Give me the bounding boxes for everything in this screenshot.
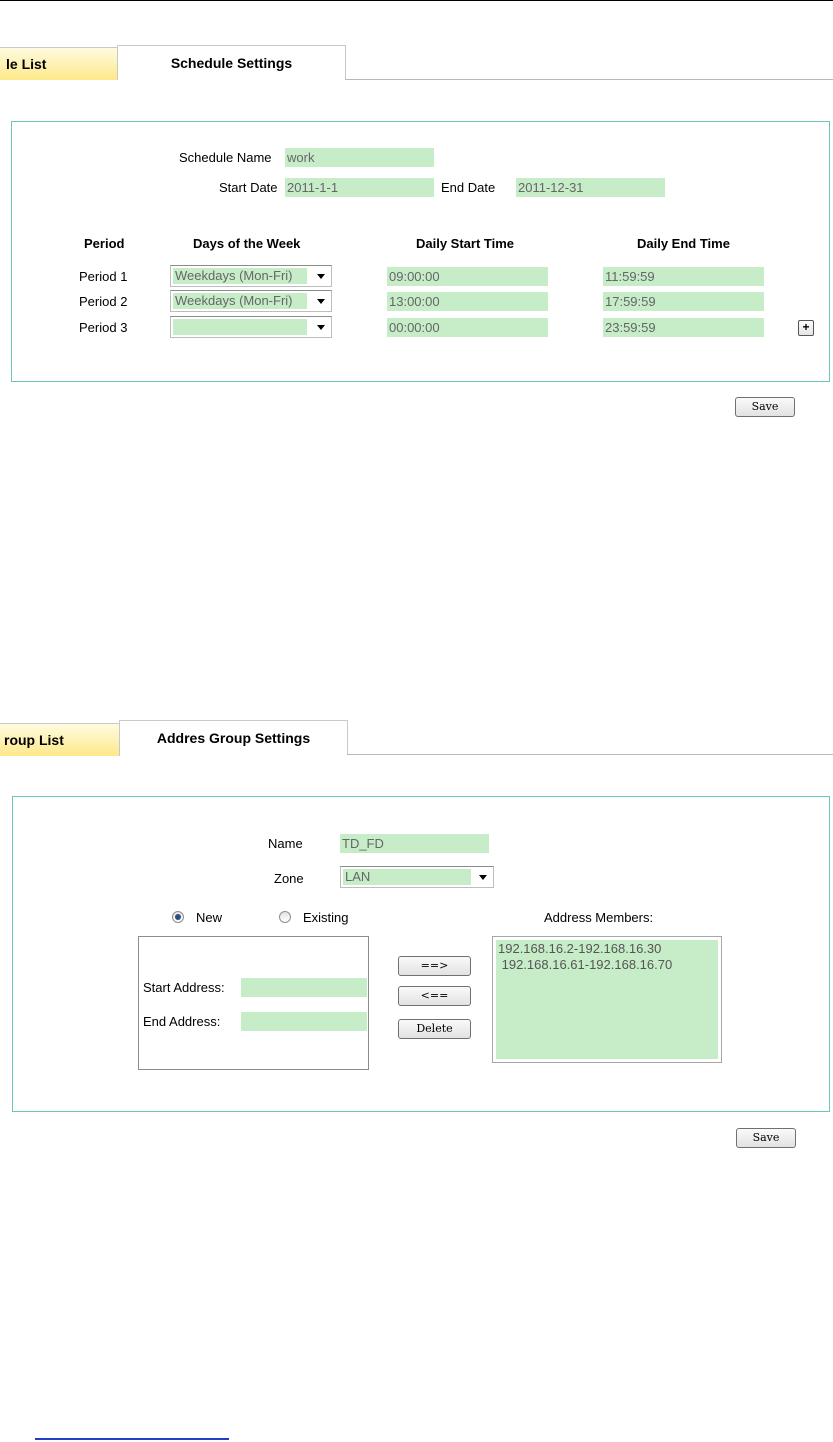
tab-group-list[interactable]: roup List <box>0 723 120 756</box>
start-address-label: Start Address: <box>143 980 225 995</box>
end-address-input[interactable] <box>241 1012 367 1031</box>
daily-end-input[interactable]: 11:59:59 <box>603 267 764 286</box>
group-name-input[interactable]: TD_FD <box>340 834 489 853</box>
end-time-header: Daily End Time <box>637 236 730 251</box>
daily-end-input[interactable]: 17:59:59 <box>603 292 764 311</box>
period-header: Period <box>84 236 125 251</box>
start-date-label: Start Date <box>219 180 278 195</box>
start-date-input[interactable]: 2011-1-1 <box>285 178 434 197</box>
days-select-value <box>173 319 307 335</box>
chevron-down-icon <box>317 325 325 330</box>
existing-radio-label: Existing <box>303 910 349 925</box>
add-member-button[interactable]: ==> <box>398 956 471 976</box>
start-address-input[interactable] <box>241 978 367 997</box>
zone-label: Zone <box>274 871 304 886</box>
zone-select-value: LAN <box>343 869 471 885</box>
start-time-header: Daily Start Time <box>416 236 515 251</box>
address-entry-box <box>138 936 369 1070</box>
end-date-label: End Date <box>441 180 496 195</box>
end-date-input[interactable]: 2011-12-31 <box>516 178 665 197</box>
new-radio-label: New <box>196 910 223 925</box>
add-period-button[interactable]: + <box>798 320 814 336</box>
list-item[interactable]: 192.168.16.2-192.168.16.30 <box>498 941 716 957</box>
daily-start-input[interactable]: 00:00:00 <box>387 318 548 337</box>
daily-start-input[interactable]: 13:00:00 <box>387 292 548 311</box>
group-name-label: Name <box>268 836 303 851</box>
daily-start-input[interactable]: 09:00:00 <box>387 267 548 286</box>
tab-schedule-list[interactable]: le List <box>0 47 118 80</box>
days-select[interactable]: Weekdays (Mon-Fri) <box>170 290 332 312</box>
address-members-list[interactable]: 192.168.16.2-192.168.16.30 192.168.16.61… <box>492 936 722 1063</box>
chevron-down-icon <box>317 299 325 304</box>
page-top-rule <box>0 0 833 1</box>
existing-radio[interactable] <box>279 911 291 923</box>
tab-schedule-settings-label: Schedule Settings <box>170 55 293 71</box>
tab-schedule-settings[interactable]: Schedule Settings <box>117 45 346 80</box>
address-members-label: Address Members: <box>544 910 654 925</box>
group-save-button[interactable]: Save <box>736 1128 796 1148</box>
tab-group-settings[interactable]: Addres Group Settings <box>119 720 348 755</box>
tab-bar-rule <box>345 79 833 80</box>
period-label: Period 1 <box>79 269 128 284</box>
days-select-value: Weekdays (Mon-Fri) <box>173 293 307 309</box>
days-select-value: Weekdays (Mon-Fri) <box>173 268 307 284</box>
schedule-name-input[interactable]: work <box>285 148 434 167</box>
footer-link-underline[interactable] <box>35 1438 229 1440</box>
zone-select[interactable]: LAN <box>340 866 494 888</box>
chevron-down-icon <box>479 875 487 880</box>
end-address-label: End Address: <box>143 1014 221 1029</box>
chevron-down-icon <box>317 274 325 279</box>
tab-schedule-list-label: le List <box>6 56 47 72</box>
list-item[interactable]: 192.168.16.61-192.168.16.70 <box>498 957 716 973</box>
tab-group-settings-label: Addres Group Settings <box>156 730 311 746</box>
tab-group-list-label: roup List <box>4 732 64 748</box>
days-select[interactable] <box>170 316 332 338</box>
schedule-name-label: Schedule Name <box>179 150 272 165</box>
address-members-items: 192.168.16.2-192.168.16.30 192.168.16.61… <box>496 940 718 1059</box>
period-label: Period 2 <box>79 294 128 309</box>
delete-button[interactable]: Delete <box>398 1019 471 1039</box>
period-label: Period 3 <box>79 320 128 335</box>
new-radio[interactable] <box>172 911 184 923</box>
days-select[interactable]: Weekdays (Mon-Fri) <box>170 265 332 287</box>
tab-bar-rule <box>347 754 833 755</box>
days-header: Days of the Week <box>193 236 301 251</box>
schedule-save-button[interactable]: Save <box>735 397 795 417</box>
daily-end-input[interactable]: 23:59:59 <box>603 318 764 337</box>
remove-member-button[interactable]: <== <box>398 986 471 1006</box>
